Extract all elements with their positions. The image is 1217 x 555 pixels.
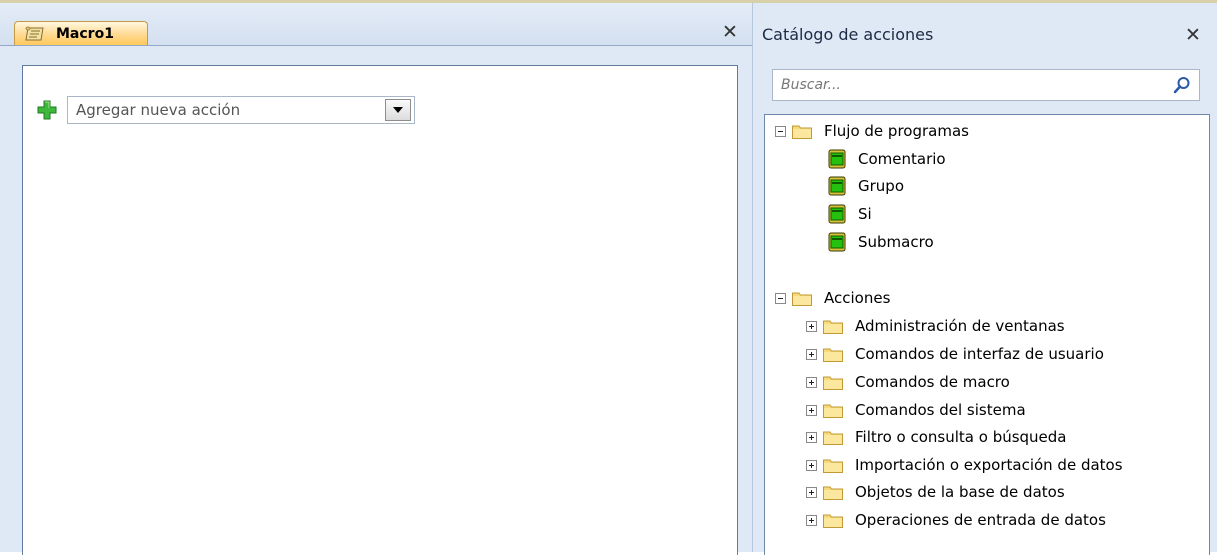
folder-icon: [823, 485, 843, 500]
folder-icon: [823, 347, 843, 362]
tree-item-label: Si: [858, 205, 872, 223]
tree-item-comentario[interactable]: Comentario: [828, 148, 946, 170]
tree-item-label: Grupo: [858, 177, 904, 195]
tree-item-database-objects[interactable]: Objetos de la base de datos: [806, 481, 1065, 503]
macro-document-pane: Macro1 ✕ Agregar nueva acción: [0, 3, 752, 555]
folder-icon: [823, 403, 843, 418]
expand-icon[interactable]: [806, 348, 817, 360]
expand-icon[interactable]: [806, 459, 817, 471]
tree-item-macro-commands[interactable]: Comandos de macro: [806, 371, 1010, 393]
folder-icon: [792, 124, 812, 139]
tree-item-label: Submacro: [858, 233, 934, 251]
chevron-down-icon: [393, 107, 403, 113]
tree-item-label: Filtro o consulta o búsqueda: [855, 428, 1067, 446]
expand-icon[interactable]: [806, 376, 817, 388]
tree-group-actions[interactable]: Acciones: [775, 287, 890, 309]
program-flow-icon: [828, 231, 846, 253]
program-flow-icon: [828, 148, 846, 170]
catalog-search-box: [772, 69, 1200, 101]
tree-item-label: Importación o exportación de datos: [855, 456, 1123, 474]
catalog-search-input[interactable]: [779, 76, 1153, 94]
expand-icon[interactable]: [806, 514, 817, 526]
action-catalog-pane: Catálogo de acciones ✕ Flujo de programa…: [752, 3, 1217, 555]
expand-icon[interactable]: [806, 404, 817, 416]
program-flow-icon: [828, 175, 846, 197]
tree-item-submacro[interactable]: Submacro: [828, 231, 934, 253]
tab-label: Macro1: [56, 25, 114, 42]
tree-item-label: Operaciones de entrada de datos: [855, 511, 1106, 529]
tree-item-label: Comandos del sistema: [855, 401, 1026, 419]
close-catalog-button[interactable]: ✕: [1181, 23, 1205, 47]
tree-item-label: Comentario: [858, 150, 946, 168]
expand-icon[interactable]: [806, 486, 817, 498]
dropdown-button[interactable]: [385, 99, 411, 121]
program-flow-icon: [828, 203, 846, 225]
tree-item-grupo[interactable]: Grupo: [828, 175, 904, 197]
tree-group-label: Acciones: [824, 289, 891, 307]
tree-item-label: Objetos de la base de datos: [855, 483, 1065, 501]
close-icon: ✕: [722, 21, 738, 43]
close-icon: ✕: [1185, 24, 1201, 46]
document-tab-strip: Macro1 ✕: [0, 3, 752, 46]
action-catalog-tree: Flujo de programas Comentario Grupo Si S…: [764, 114, 1210, 555]
macro-scroll-icon: [24, 26, 46, 42]
tree-item-label: Administración de ventanas: [855, 317, 1065, 335]
tree-group-program-flow[interactable]: Flujo de programas: [775, 120, 969, 142]
expand-icon[interactable]: [806, 431, 817, 443]
add-action-row: Agregar nueva acción: [37, 96, 415, 124]
add-new-action-combobox[interactable]: Agregar nueva acción: [67, 96, 415, 124]
tree-item-data-entry-operations[interactable]: Operaciones de entrada de datos: [806, 509, 1106, 531]
tree-item-import-export[interactable]: Importación o exportación de datos: [806, 454, 1123, 476]
folder-icon: [823, 375, 843, 390]
expand-icon[interactable]: [806, 320, 817, 332]
folder-icon: [823, 430, 843, 445]
tab-macro1[interactable]: Macro1: [14, 21, 148, 45]
macro-design-surface[interactable]: Agregar nueva acción: [22, 65, 738, 555]
tree-item-filter-query-search[interactable]: Filtro o consulta o búsqueda: [806, 426, 1067, 448]
tree-item-ui-commands[interactable]: Comandos de interfaz de usuario: [806, 343, 1104, 365]
search-icon[interactable]: [1173, 76, 1191, 94]
tree-group-label: Flujo de programas: [824, 122, 969, 140]
folder-icon: [823, 319, 843, 334]
tree-item-label: Comandos de macro: [855, 373, 1010, 391]
add-plus-icon: [37, 100, 57, 120]
tree-item-label: Comandos de interfaz de usuario: [855, 345, 1104, 363]
add-new-action-text: Agregar nueva acción: [76, 101, 241, 119]
collapse-icon[interactable]: [775, 292, 786, 304]
tree-item-window-management[interactable]: Administración de ventanas: [806, 315, 1065, 337]
folder-icon: [823, 458, 843, 473]
folder-icon: [792, 291, 812, 306]
catalog-title: Catálogo de acciones: [762, 25, 934, 44]
tree-item-si[interactable]: Si: [828, 203, 872, 225]
tree-item-system-commands[interactable]: Comandos del sistema: [806, 399, 1026, 421]
collapse-icon[interactable]: [775, 125, 786, 137]
close-document-button[interactable]: ✕: [718, 21, 742, 43]
folder-icon: [823, 513, 843, 528]
